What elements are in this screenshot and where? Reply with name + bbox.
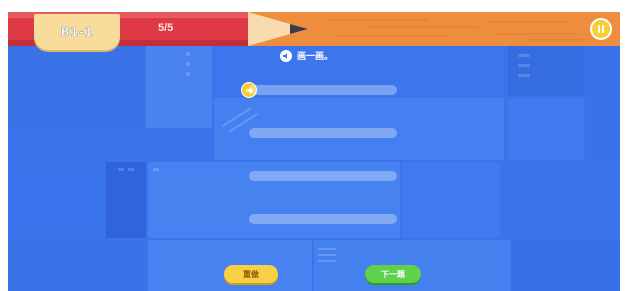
screen: B1-1 5/5 画一画。 重做 下一题 [0, 0, 629, 291]
pencil-header: B1-1 5/5 [8, 12, 620, 50]
decor-stripe [518, 74, 530, 77]
decor-stripe [518, 64, 530, 67]
question-prompt: 画一画。 [280, 49, 333, 62]
bg-tile [8, 240, 146, 291]
decor-stripe [518, 54, 530, 57]
decor-stripe [118, 168, 124, 171]
decor-stripe [318, 260, 336, 262]
decor-stripe [153, 168, 159, 171]
decor-stripe [318, 248, 336, 250]
bg-tile [8, 162, 104, 238]
bg-tile [402, 162, 500, 238]
pause-icon [598, 25, 604, 33]
answer-slot-2[interactable] [249, 128, 397, 138]
speaker-icon[interactable] [280, 49, 292, 62]
decor-stripe [128, 168, 134, 171]
decor-stripe [186, 62, 190, 66]
bg-tile [146, 46, 212, 128]
reset-button[interactable]: 重做 [224, 265, 278, 283]
level-tab: B1-1 [34, 14, 120, 50]
progress-counter: 5/5 [158, 22, 174, 34]
answer-slot-1[interactable] [249, 85, 397, 95]
level-label: B1-1 [60, 25, 94, 40]
bg-tile [586, 46, 620, 160]
bg-tile [8, 46, 144, 128]
decor-stripe [186, 52, 190, 56]
bg-tile [508, 98, 584, 160]
game-area: B1-1 5/5 画一画。 重做 下一题 [8, 12, 620, 291]
bg-tile [502, 162, 620, 238]
bg-tile [8, 130, 212, 160]
answer-slot-3[interactable] [249, 171, 397, 181]
decor-stripe [186, 72, 190, 76]
bg-tile [106, 162, 146, 238]
next-question-button[interactable]: 下一题 [365, 265, 421, 283]
bg-tile [512, 240, 620, 291]
prompt-text: 画一画。 [297, 51, 334, 61]
answer-slot-4[interactable] [249, 214, 397, 224]
decor-stripe [318, 254, 336, 256]
pause-button[interactable] [590, 18, 612, 40]
